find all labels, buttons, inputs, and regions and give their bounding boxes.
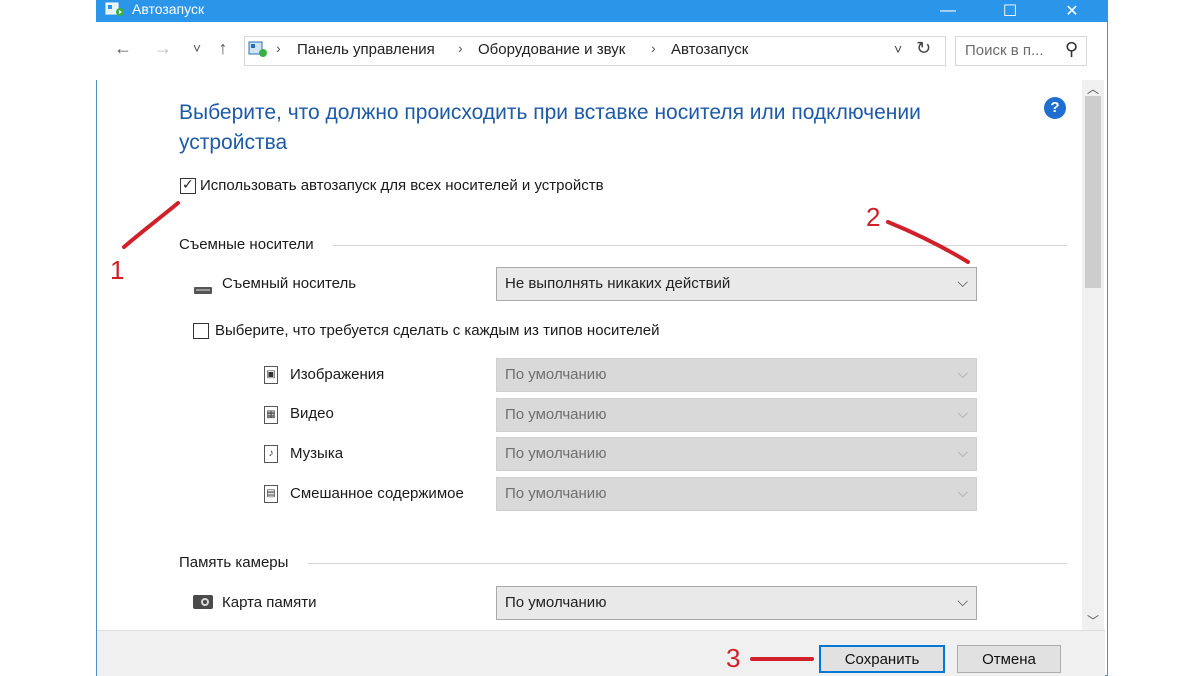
close-button[interactable]: ✕ [1046,0,1098,22]
select-value: По умолчанию [505,485,607,502]
window-title: Автозапуск [132,1,205,17]
mixed-content-action-select[interactable]: По умолчанию ⌵ [496,477,977,511]
media-type-label: Смешанное содержимое [290,485,464,502]
select-value: По умолчанию [505,406,607,423]
refresh-icon[interactable]: ↻ [916,38,931,59]
removable-media-section-title: Съемные носители [179,236,314,253]
search-placeholder: Поиск в п... [965,42,1044,59]
up-button[interactable]: ↑ [212,37,234,59]
recent-locations-button[interactable]: ˅ [186,37,208,59]
forward-arrow-icon: → [154,37,172,58]
breadcrumb-separator: › [276,40,281,56]
breadcrumb-separator: › [458,40,463,56]
image-file-icon: ▣ [264,366,278,384]
media-type-label: Видео [290,405,334,422]
section-divider [333,245,1067,246]
memory-card-icon [193,595,213,609]
breadcrumb-hardware-sound[interactable]: Оборудование и звук [478,41,625,58]
removable-drive-label: Съемный носитель [222,275,357,292]
removable-drive-icon [194,287,212,294]
breadcrumb-separator: › [651,40,656,56]
title-bar: Автозапуск — ☐ ✕ [96,0,1107,22]
breadcrumb-control-panel[interactable]: Панель управления [297,41,435,58]
video-action-select[interactable]: По умолчанию ⌵ [496,398,977,432]
per-media-type-label[interactable]: Выберите, что требуется сделать с каждым… [215,322,659,339]
help-icon[interactable]: ? [1044,97,1066,119]
save-button[interactable]: Сохранить [819,645,945,673]
use-autoplay-label[interactable]: Использовать автозапуск для всех носител… [200,177,604,194]
scrollbar-thumb[interactable] [1085,96,1101,288]
chevron-down-icon: ⌵ [957,593,968,609]
minimize-button[interactable]: — [922,0,974,22]
music-file-icon: ♪ [264,445,278,463]
mixed-content-icon: ▤ [264,485,278,503]
removable-drive-action-select[interactable]: Не выполнять никаких действий ⌵ [496,267,977,301]
select-value: По умолчанию [505,366,607,383]
scroll-down-icon[interactable]: ﹀ [1087,612,1099,629]
media-type-label: Изображения [290,366,385,383]
annotation-marker-3: 3 [726,643,741,673]
back-button[interactable]: ← [112,37,134,59]
page-title: Выберите, что должно происходить при вст… [179,101,921,154]
selected-action-value: Не выполнять никаких действий [505,275,731,292]
select-value: По умолчанию [505,594,607,611]
breadcrumb-autoplay[interactable]: Автозапуск [671,41,748,58]
content-area [97,80,1080,630]
forward-button[interactable]: → [152,37,174,59]
maximize-button[interactable]: ☐ [984,0,1036,22]
chevron-down-icon: ⌵ [957,274,968,290]
control-panel-icon [248,41,267,57]
chevron-down-icon: ˅ [192,40,202,56]
chevron-down-icon: ⌵ [957,484,968,500]
autoplay-app-icon [105,2,124,16]
annotation-marker-2: 2 [866,202,881,232]
maximize-icon: ☐ [1002,3,1018,20]
close-icon: ✕ [1065,3,1079,20]
video-file-icon: ▦ [264,406,278,424]
section-divider [308,563,1067,564]
back-arrow-icon: ← [114,37,132,58]
search-field[interactable]: Поиск в п... ⚲ [955,36,1087,66]
memory-card-label: Карта памяти [222,594,317,611]
camera-storage-section-title: Память камеры [179,554,289,571]
annotation-marker-1: 1 [110,255,125,285]
search-icon: ⚲ [1064,39,1078,59]
select-value: По умолчанию [505,445,607,462]
dialog-footer [97,630,1105,676]
minimize-icon: — [940,2,956,19]
address-history-icon[interactable]: ˅ [894,41,902,57]
per-media-type-checkbox[interactable] [193,323,209,339]
cancel-button[interactable]: Отмена [957,645,1061,673]
use-autoplay-checkbox[interactable] [180,176,196,194]
images-action-select[interactable]: По умолчанию ⌵ [496,358,977,392]
chevron-down-icon: ⌵ [957,444,968,460]
scroll-up-icon[interactable]: ︿ [1087,80,1099,97]
media-type-label: Музыка [290,445,344,462]
music-action-select[interactable]: По умолчанию ⌵ [496,437,977,471]
chevron-down-icon: ⌵ [957,365,968,381]
memory-card-action-select[interactable]: По умолчанию ⌵ [496,586,977,620]
up-arrow-icon: ↑ [218,37,228,58]
chevron-down-icon: ⌵ [957,405,968,421]
